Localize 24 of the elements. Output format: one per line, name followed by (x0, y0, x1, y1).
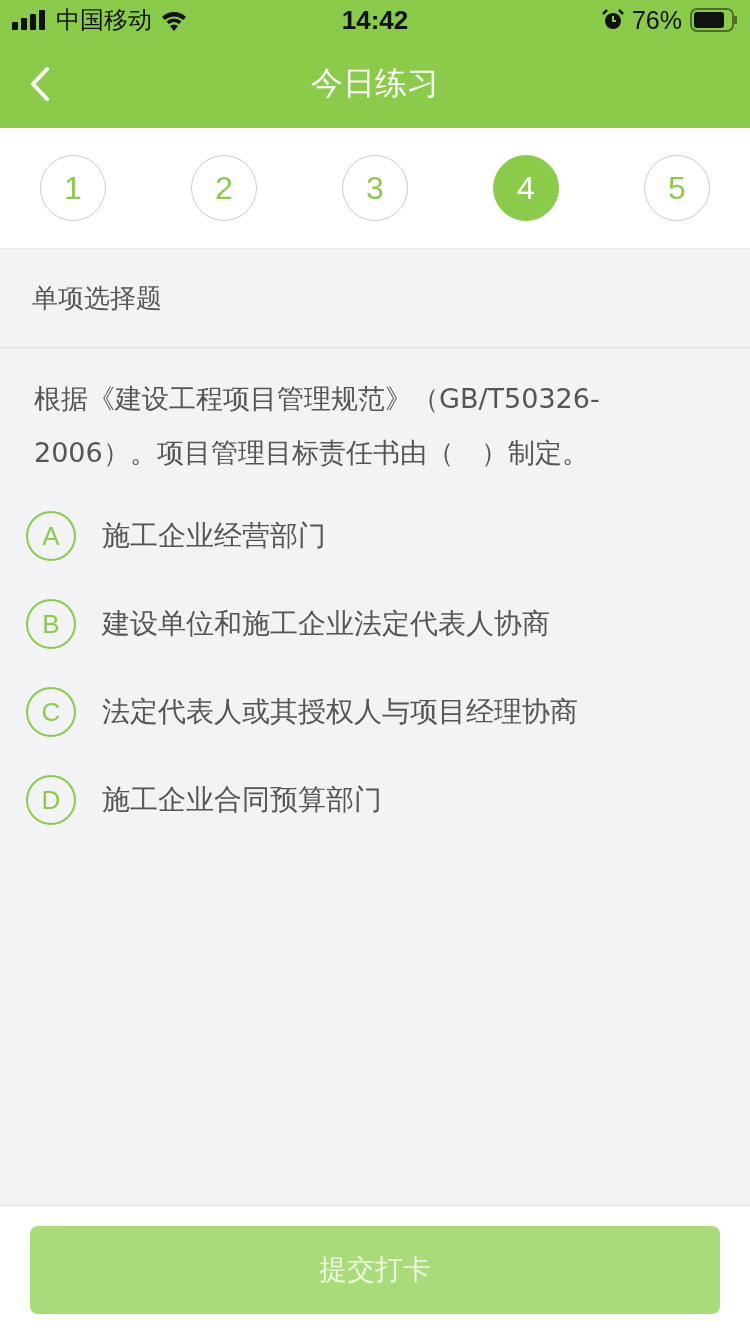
option-letter[interactable]: D (26, 775, 76, 825)
question-text: 根据《建设工程项目管理规范》（GB/T50326-2006）。项目管理目标责任书由（ ）制定。 (33, 382, 601, 470)
battery-icon (690, 8, 738, 32)
question-number-button[interactable]: 5 (644, 155, 710, 221)
battery-percent: 76% (631, 5, 682, 35)
option-letter[interactable]: C (26, 687, 76, 737)
option-letter[interactable]: B (26, 599, 76, 649)
option-text[interactable]: 施工企业合同预算部门 (102, 781, 382, 819)
page-title: 今日练习 (311, 63, 439, 104)
question-number-button[interactable]: 2 (191, 155, 257, 221)
question-number-button[interactable]: 3 (342, 155, 408, 221)
option-text[interactable]: 建设单位和施工企业法定代表人协商 (102, 605, 550, 643)
alarm-clock-icon (601, 9, 624, 31)
option-text[interactable]: 法定代表人或其授权人与项目经理协商 (102, 693, 578, 731)
signal-icon (12, 10, 48, 30)
question-type: 单项选择题 (32, 281, 162, 315)
wifi-icon (160, 9, 188, 31)
option-text[interactable]: 施工企业经营部门 (102, 517, 326, 555)
back-icon[interactable] (30, 67, 50, 101)
question-number-button[interactable]: 1 (40, 155, 106, 221)
status-time: 14:42 (341, 4, 409, 36)
question-number-button[interactable]: 4 (493, 155, 559, 221)
carrier-name: 中国移动 (56, 5, 152, 36)
option-letter[interactable]: A (26, 511, 76, 561)
